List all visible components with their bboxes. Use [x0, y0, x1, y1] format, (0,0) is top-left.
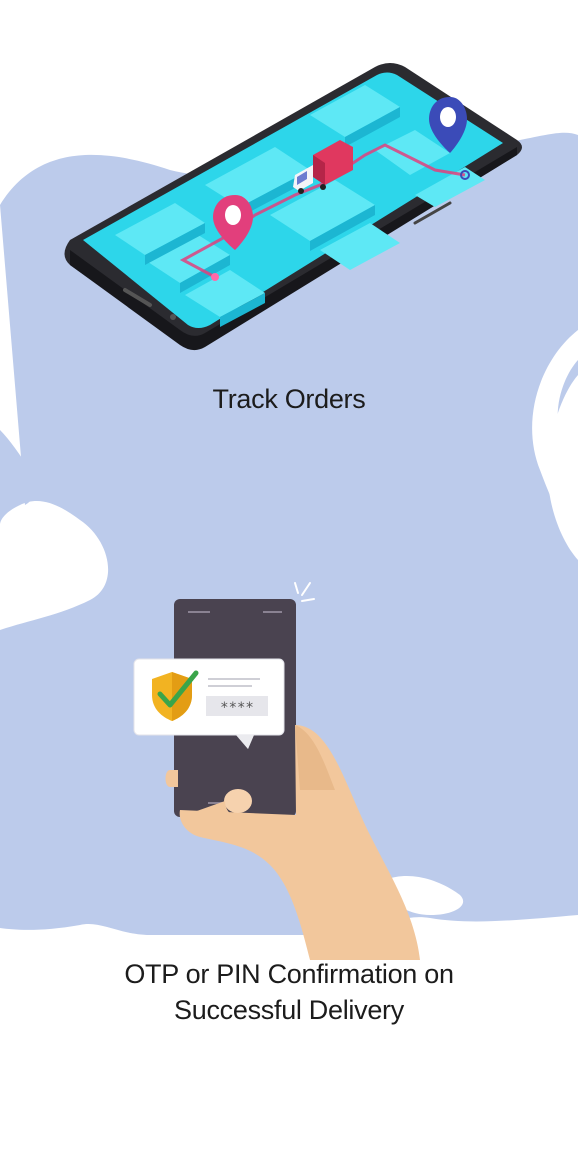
delivery-tracking-map-phone-icon — [64, 63, 522, 351]
otp-title-line1: OTP or PIN Confirmation on — [124, 959, 454, 989]
pin-mask-text: **** — [220, 700, 254, 716]
hand-holding-phone-otp-verification-icon: **** — [133, 582, 420, 960]
sparkle-icon — [294, 582, 315, 602]
otp-confirmation-title: OTP or PIN Confirmation on Successful De… — [0, 956, 578, 1028]
track-orders-title: Track Orders — [212, 384, 366, 414]
feature-screen: Track Orders **** OTP or PIN Confirmatio… — [0, 0, 578, 1157]
otp-title-line2: Successful Delivery — [174, 995, 404, 1025]
